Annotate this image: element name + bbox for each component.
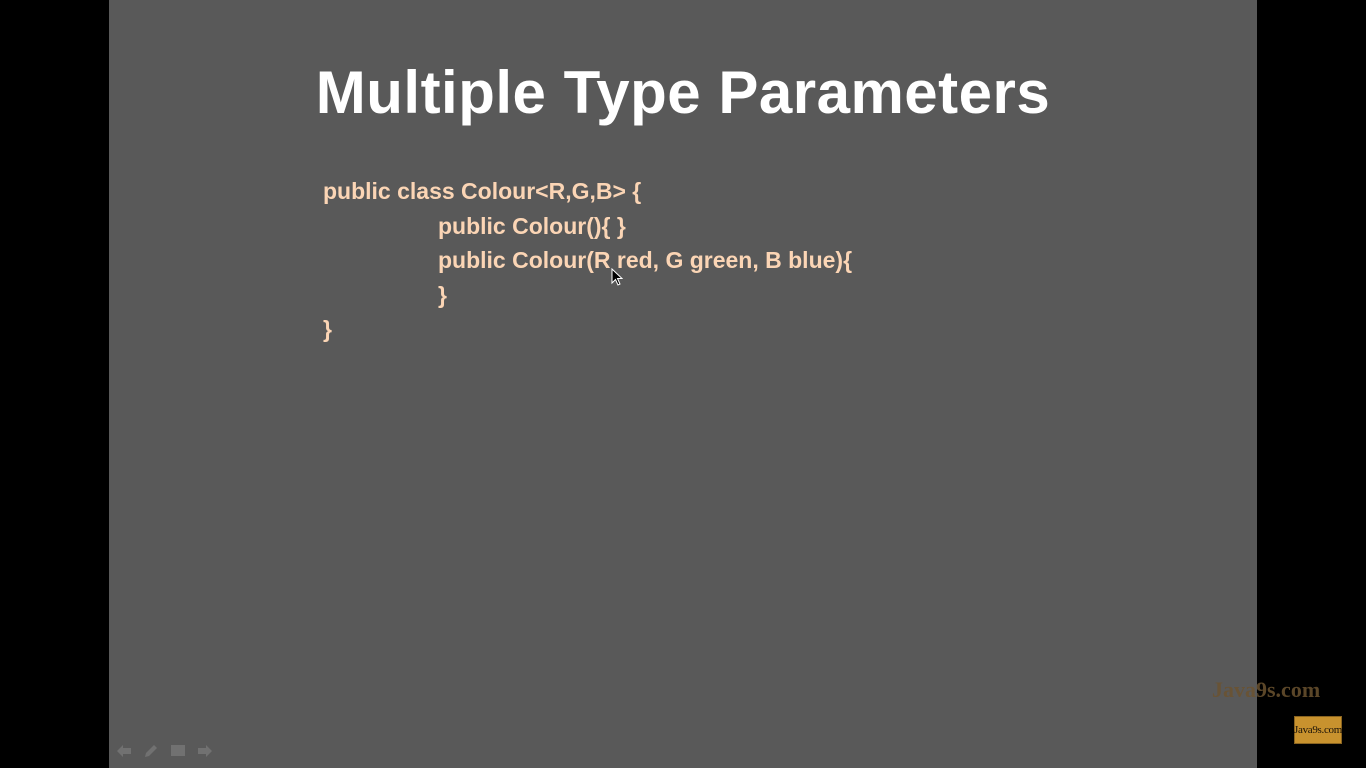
watermark-logo: Java9s.com <box>1294 716 1342 744</box>
presentation-slide: Multiple Type Parameters public class Co… <box>109 0 1257 768</box>
arrow-right-icon <box>198 745 212 757</box>
watermark-text: Java9s.com <box>1212 677 1321 702</box>
mouse-pointer-icon <box>611 268 623 286</box>
arrow-left-icon <box>117 745 131 757</box>
slide-title: Multiple Type Parameters <box>315 59 1051 126</box>
code-line-4: } <box>438 282 447 308</box>
slideshow-controls <box>115 742 214 762</box>
slide-menu-button[interactable] <box>169 742 187 760</box>
video-frame: Multiple Type Parameters public class Co… <box>0 0 1366 768</box>
code-line-3: public Colour(R red, G green, B blue){ <box>438 247 853 273</box>
code-line-2: public Colour(){ } <box>438 213 626 239</box>
next-slide-button[interactable] <box>196 742 214 760</box>
code-line-5: } <box>323 316 332 342</box>
pen-tool-button[interactable] <box>142 742 160 760</box>
menu-icon <box>171 745 185 756</box>
code-line-1: public class Colour<R,G,B> { <box>323 178 642 204</box>
pen-icon <box>145 745 157 757</box>
previous-slide-button[interactable] <box>115 742 133 760</box>
